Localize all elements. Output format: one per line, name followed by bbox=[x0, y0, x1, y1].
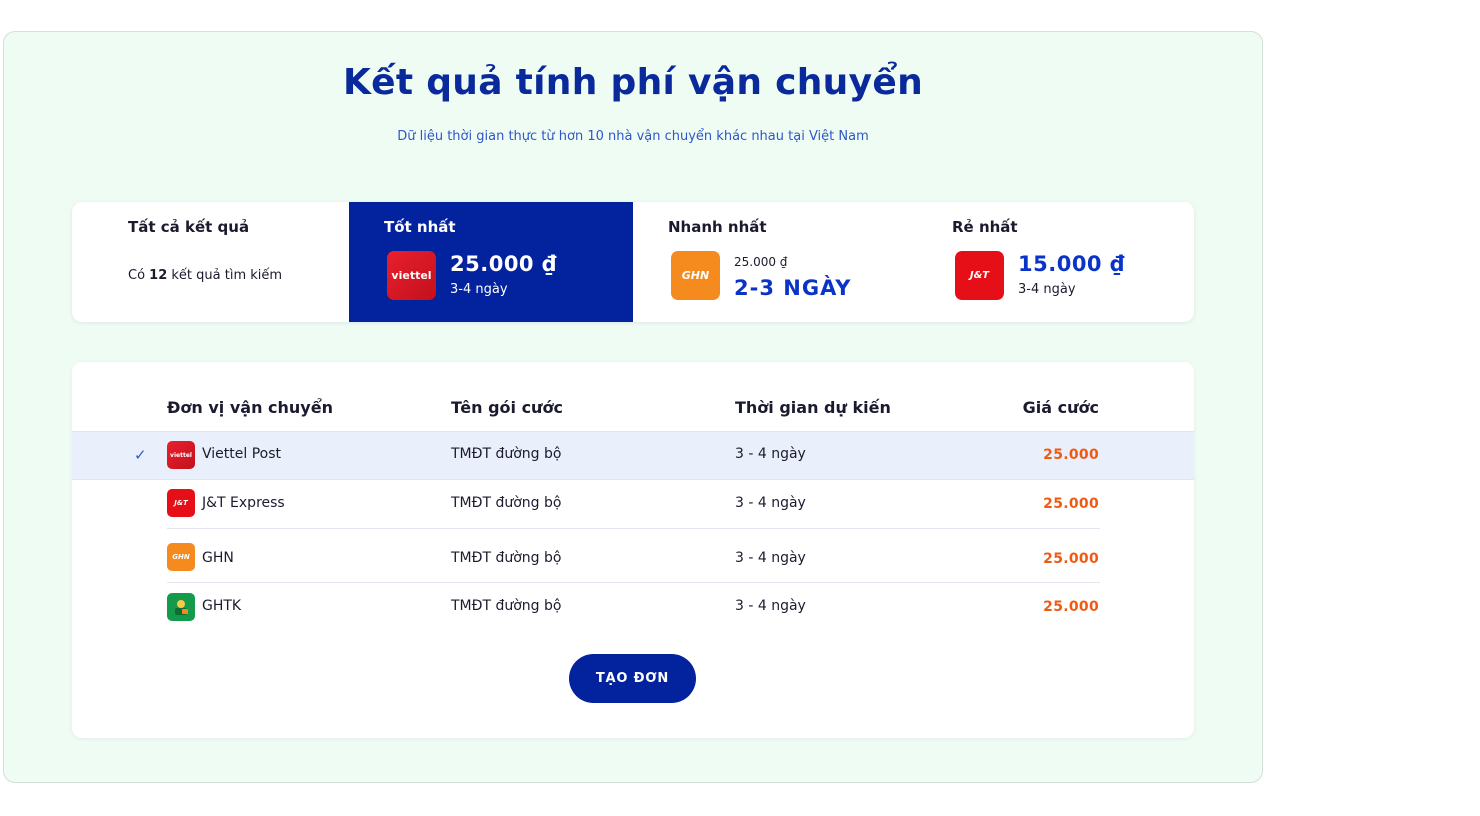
summary-cheapest-heading: Rẻ nhất bbox=[952, 218, 1018, 236]
package-name: TMĐT đường bộ bbox=[451, 550, 562, 566]
table-row[interactable]: J&T J&T Express TMĐT đường bộ 3 - 4 ngày… bbox=[72, 480, 1194, 529]
summary-best-heading: Tốt nhất bbox=[384, 218, 456, 236]
carrier-name: Viettel Post bbox=[202, 446, 281, 462]
summary-card: Tất cả kết quả Có 12 kết quả tìm kiếm Tố… bbox=[72, 202, 1194, 322]
delivery-time: 3 - 4 ngày bbox=[735, 550, 806, 566]
carrier-name: GHTK bbox=[202, 598, 242, 614]
page-title: Kết quả tính phí vận chuyển bbox=[342, 62, 924, 103]
header-time: Thời gian dự kiến bbox=[735, 398, 891, 417]
jt-express-logo-icon: J&T bbox=[167, 489, 195, 517]
header-carrier: Đơn vị vận chuyển bbox=[167, 398, 333, 417]
results-table: Đơn vị vận chuyển Tên gói cước Thời gian… bbox=[72, 362, 1194, 738]
ghtk-logo-icon bbox=[167, 593, 195, 621]
header-package: Tên gói cước bbox=[451, 398, 563, 417]
cheapest-days: 3-4 ngày bbox=[1018, 282, 1076, 297]
summary-tab-all[interactable]: Tất cả kết quả Có 12 kết quả tìm kiếm bbox=[72, 202, 349, 322]
shipping-price: 25.000 bbox=[1043, 496, 1099, 512]
delivery-time: 3 - 4 ngày bbox=[735, 598, 806, 614]
shipping-price: 25.000 bbox=[1043, 551, 1099, 567]
viettel-post-logo-icon: viettel bbox=[387, 251, 436, 300]
summary-tab-fastest[interactable]: Nhanh nhất GHN 25.000 ₫ 2-3 NGÀY bbox=[633, 202, 917, 322]
summary-all-heading: Tất cả kết quả bbox=[128, 218, 250, 236]
shipping-price: 25.000 bbox=[1043, 599, 1099, 615]
table-row[interactable]: GHTK TMĐT đường bộ 3 - 4 ngày 25.000 bbox=[72, 583, 1194, 632]
carrier-name: GHN bbox=[202, 550, 234, 566]
summary-fastest-heading: Nhanh nhất bbox=[668, 218, 767, 236]
header-price: Giá cước bbox=[1022, 398, 1099, 417]
ghn-logo-icon: GHN bbox=[167, 543, 195, 571]
summary-tab-best[interactable]: Tốt nhất viettel 25.000 ₫ 3-4 ngày bbox=[349, 202, 633, 322]
package-name: TMĐT đường bộ bbox=[451, 495, 562, 511]
best-days: 3-4 ngày bbox=[450, 282, 508, 297]
cheapest-price: 15.000 ₫ bbox=[1018, 252, 1125, 276]
viettel-post-logo-icon: viettel bbox=[167, 441, 195, 469]
shipping-price: 25.000 bbox=[1043, 447, 1099, 463]
package-name: TMĐT đường bộ bbox=[451, 598, 562, 614]
table-row[interactable]: ✓ viettel Viettel Post TMĐT đường bộ 3 -… bbox=[72, 431, 1194, 480]
fastest-price: 25.000 ₫ bbox=[734, 255, 788, 269]
delivery-time: 3 - 4 ngày bbox=[735, 495, 806, 511]
jt-express-logo-icon: J&T bbox=[955, 251, 1004, 300]
package-name: TMĐT đường bộ bbox=[451, 446, 562, 462]
result-count: 12 bbox=[149, 268, 168, 283]
carrier-name: J&T Express bbox=[202, 495, 285, 511]
delivery-time: 3 - 4 ngày bbox=[735, 446, 806, 462]
summary-tab-cheapest[interactable]: Rẻ nhất J&T 15.000 ₫ 3-4 ngày bbox=[917, 202, 1194, 322]
create-order-button[interactable]: TẠO ĐƠN bbox=[569, 654, 696, 703]
result-count-text: Có 12 kết quả tìm kiếm bbox=[128, 268, 283, 283]
best-price: 25.000 ₫ bbox=[450, 252, 557, 276]
check-icon: ✓ bbox=[134, 446, 147, 464]
page-subtitle: Dữ liệu thời gian thực từ hơn 10 nhà vận… bbox=[397, 129, 869, 144]
fastest-days: 2-3 NGÀY bbox=[734, 276, 852, 300]
ghn-logo-icon: GHN bbox=[671, 251, 720, 300]
row-divider bbox=[72, 431, 1194, 432]
table-row[interactable]: GHN GHN TMĐT đường bộ 3 - 4 ngày 25.000 bbox=[72, 529, 1194, 583]
